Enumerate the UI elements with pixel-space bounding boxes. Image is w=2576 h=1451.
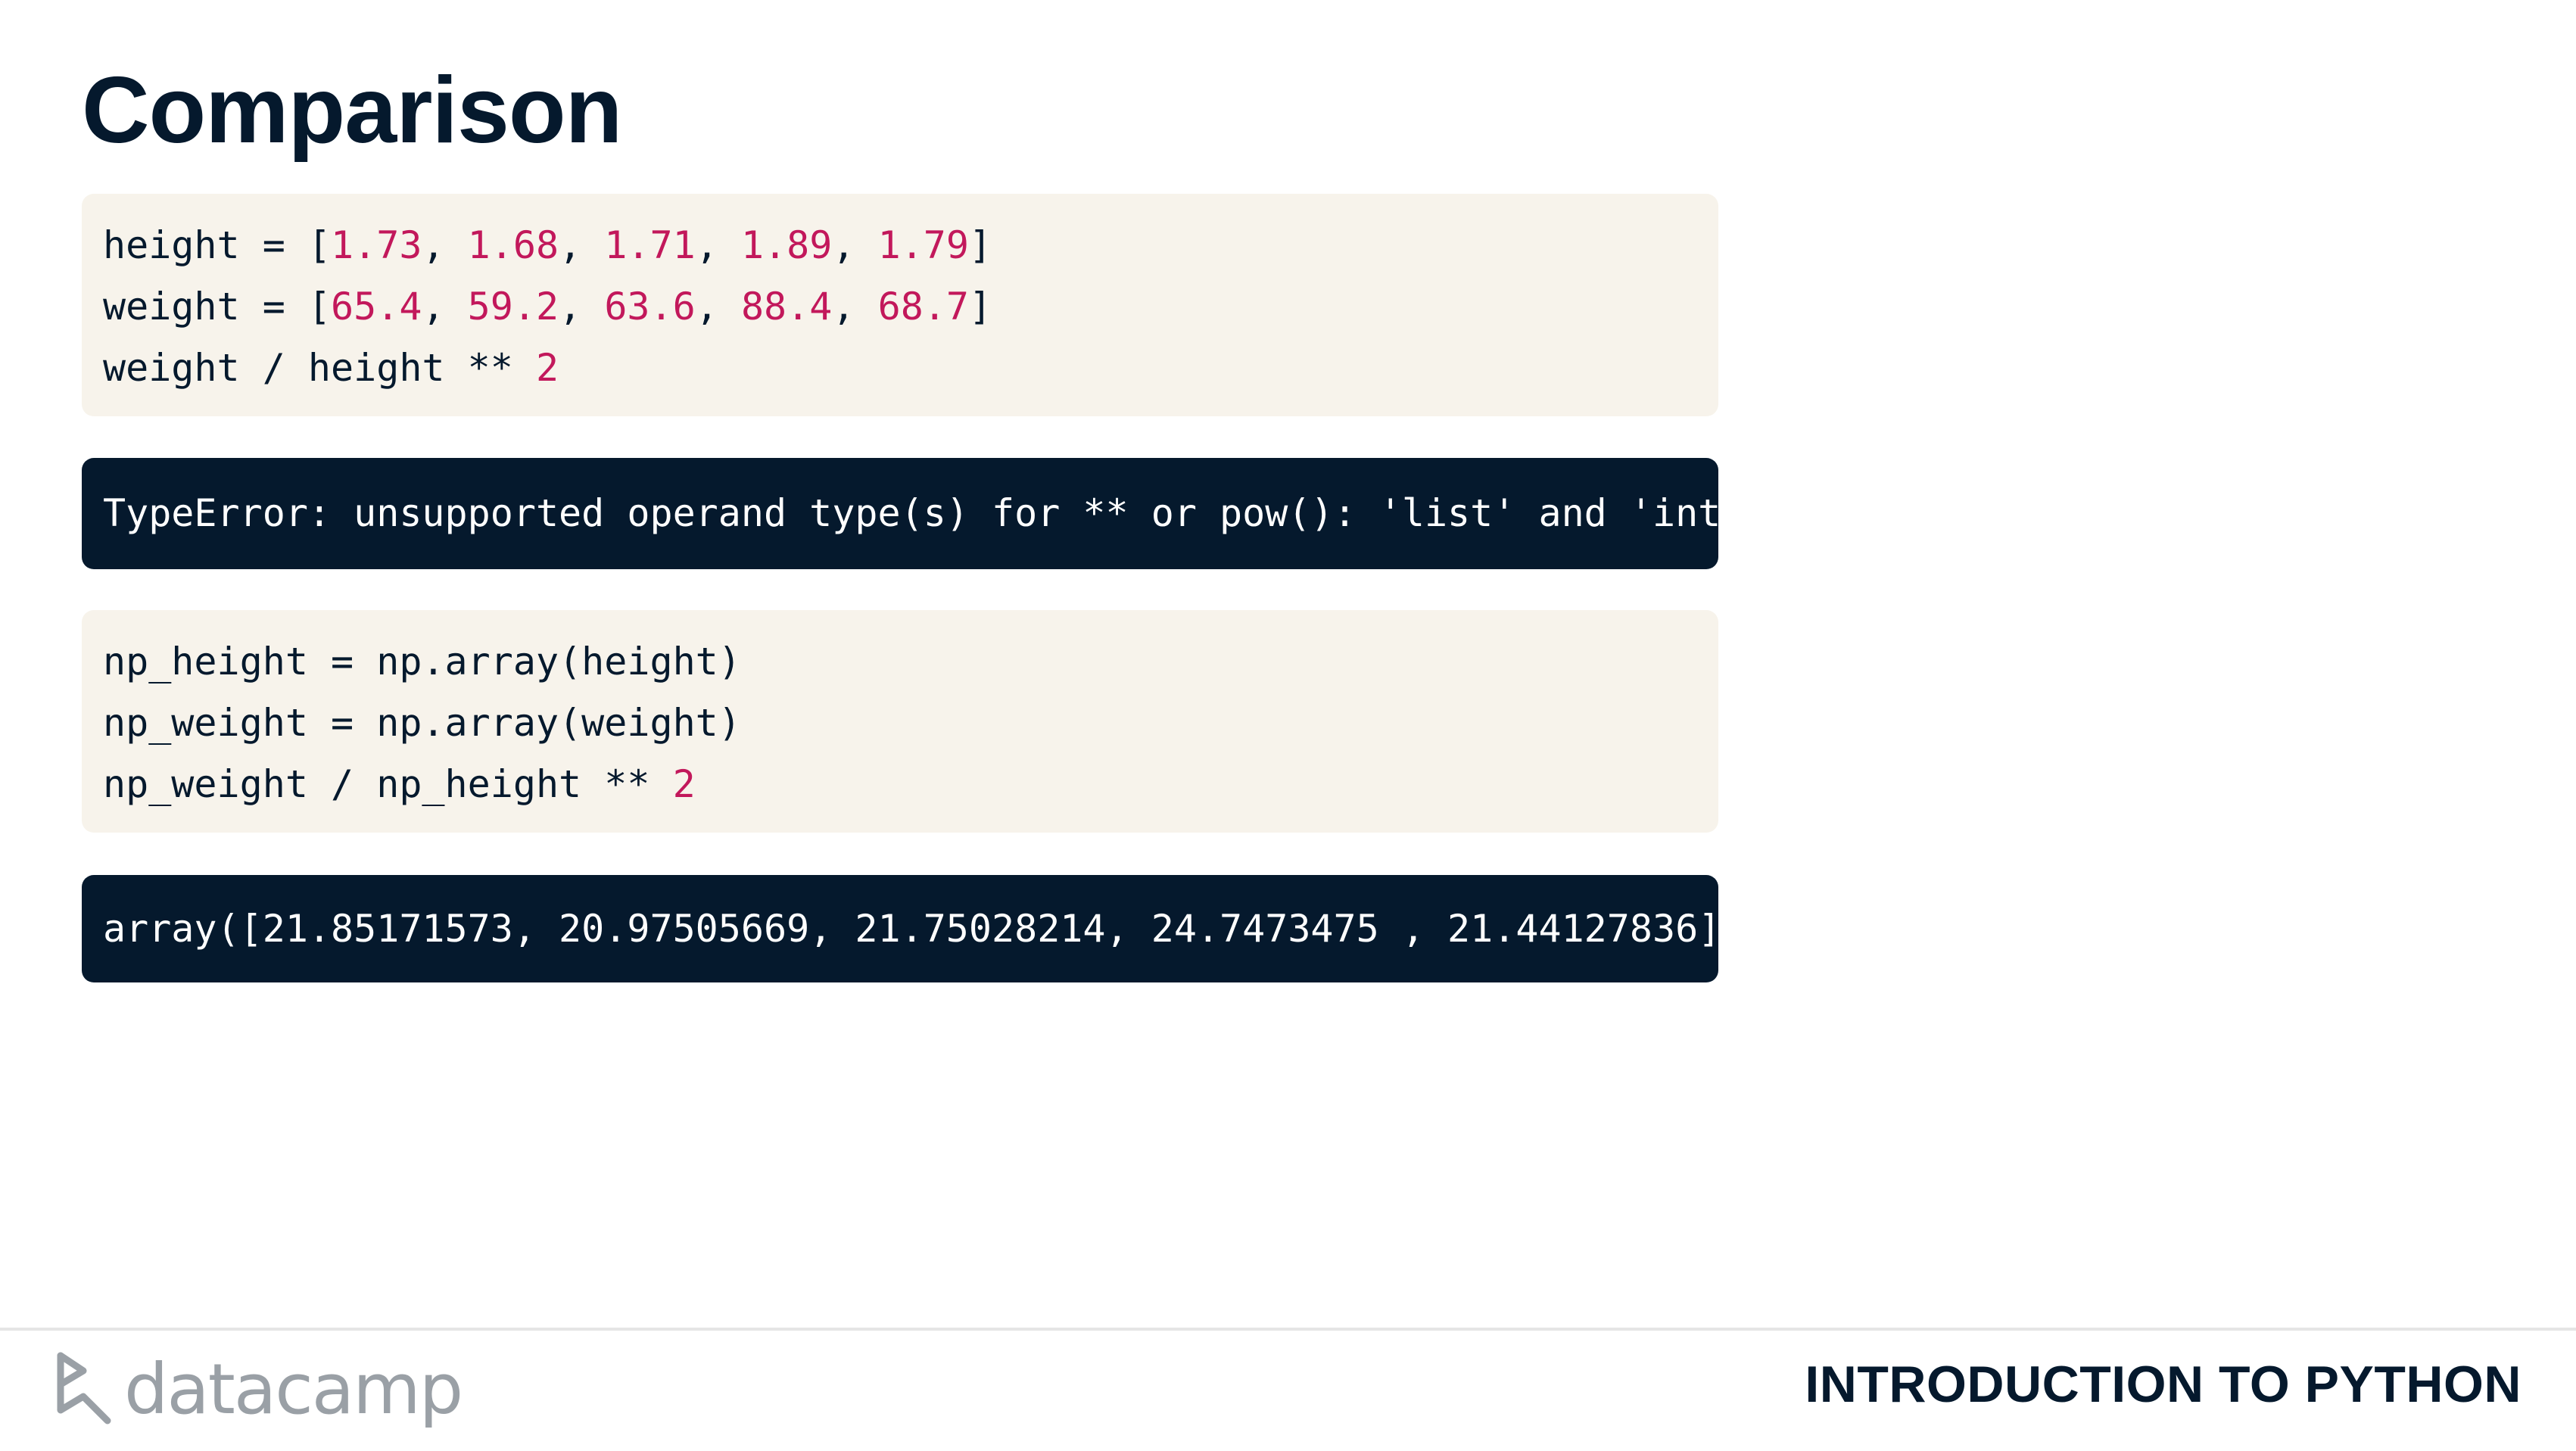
code-block-numpy: np_height = np.array(height) np_weight =… [82,610,1718,833]
error-text: TypeError: unsupported operand type(s) f… [103,491,1744,535]
footer-divider [0,1328,2576,1331]
course-name: INTRODUCTION TO PYTHON [1805,1356,2521,1413]
code-block-lists: height = [1.73, 1.68, 1.71, 1.89, 1.79] … [82,194,1718,416]
code-line: weight / height ** 2 [103,346,559,390]
datacamp-logo-icon [57,1352,111,1425]
code-line: height = [1.73, 1.68, 1.71, 1.89, 1.79] [103,223,992,267]
datacamp-logo: datacamp [53,1347,463,1431]
code-line: np_weight / np_height ** 2 [103,762,696,806]
code-line: np_height = np.array(height) [103,640,741,683]
code-line: weight = [65.4, 59.2, 63.6, 88.4, 68.7] [103,285,992,328]
error-output-block: TypeError: unsupported operand type(s) f… [82,458,1744,569]
result-output-block: array([21.85171573, 20.97505669, 21.7502… [82,875,1744,982]
slide-title: Comparison [82,58,622,163]
logo-wordmark: datacamp [124,1348,463,1430]
code-line: np_weight = np.array(weight) [103,701,741,745]
output-text: array([21.85171573, 20.97505669, 21.7502… [103,907,1744,951]
